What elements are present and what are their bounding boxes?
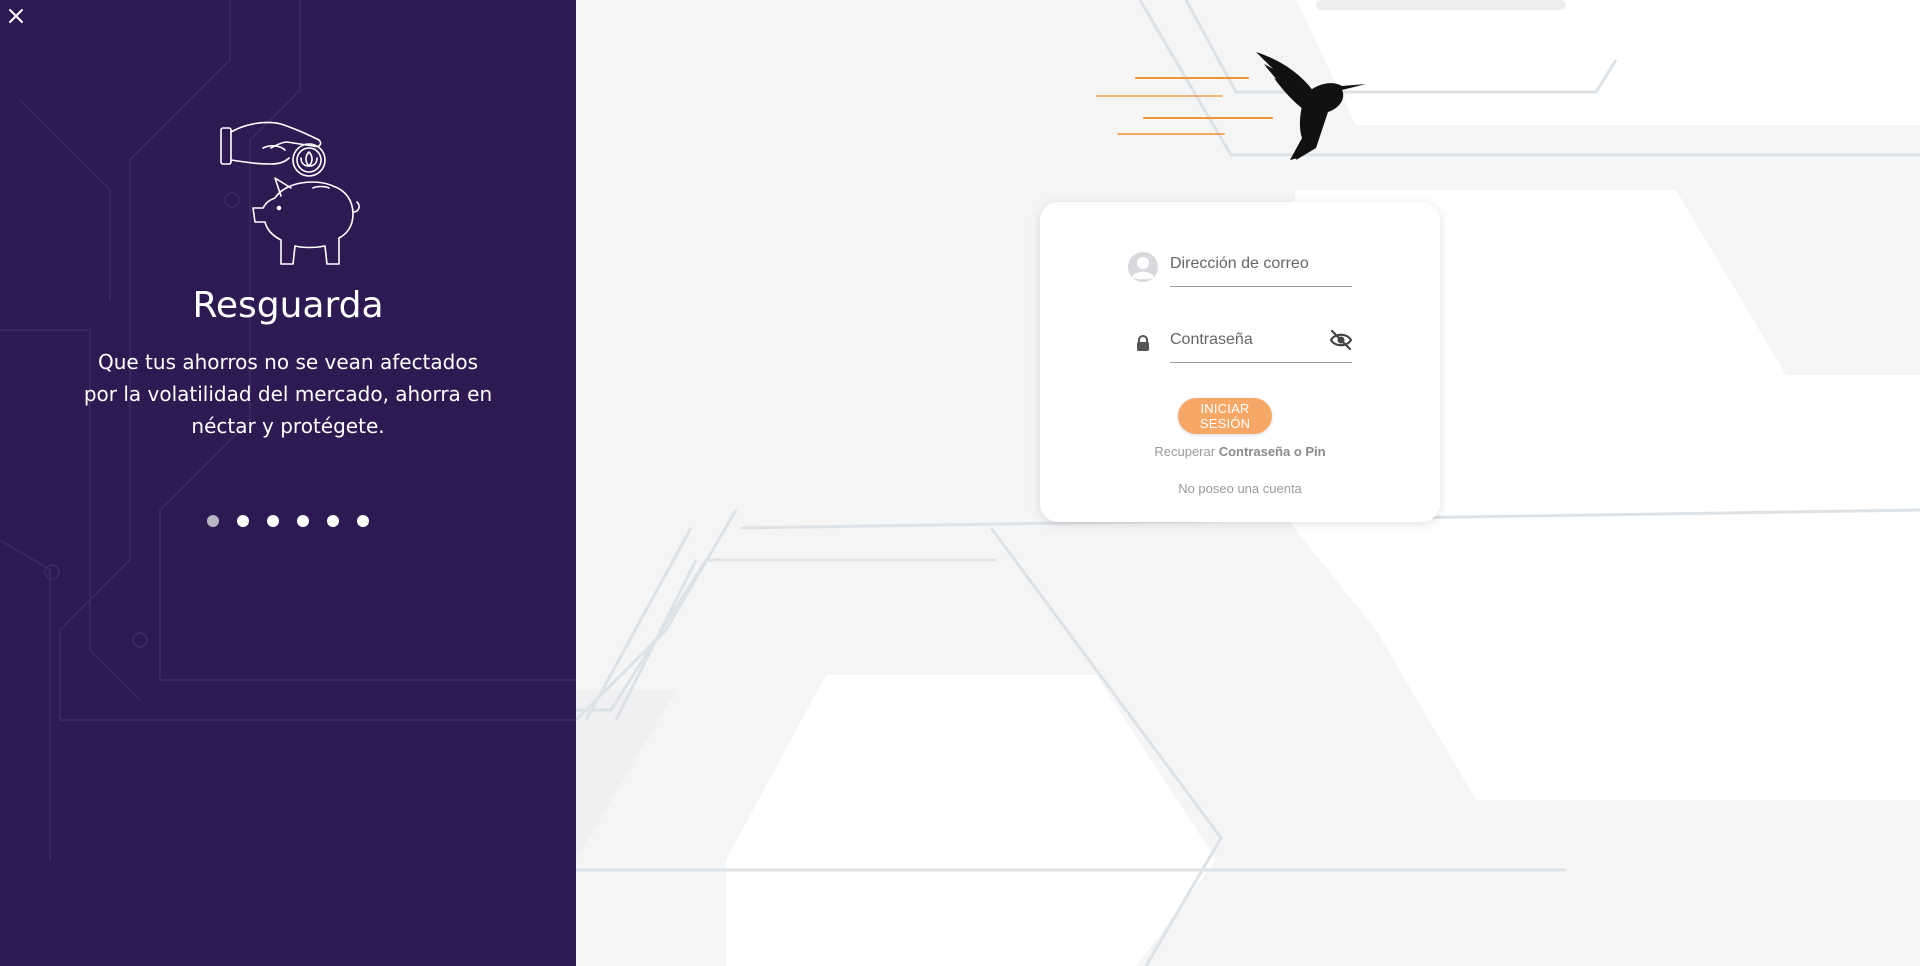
close-icon[interactable] (4, 4, 28, 28)
recover-prefix: Recuperar (1154, 444, 1216, 459)
user-avatar-icon (1126, 250, 1160, 284)
carousel-dot-2[interactable] (237, 515, 249, 527)
login-area: INICIAR SESIÓN Recuperar Contraseña o Pi… (576, 0, 1920, 966)
carousel-dots (0, 515, 576, 527)
recover-link[interactable]: Contraseña o Pin (1219, 444, 1326, 459)
carousel-dot-1[interactable] (207, 515, 219, 527)
recover-credentials: Recuperar Contraseña o Pin (1040, 444, 1440, 459)
carousel-dot-5[interactable] (327, 515, 339, 527)
email-field-group (1126, 242, 1352, 288)
lock-icon (1126, 326, 1160, 360)
no-account-link[interactable]: No poseo una cuenta (1040, 481, 1440, 496)
login-card: INICIAR SESIÓN Recuperar Contraseña o Pi… (1040, 202, 1440, 522)
slide-description: Que tus ahorros no se vean afectados por… (83, 350, 493, 438)
login-button[interactable]: INICIAR SESIÓN (1178, 398, 1272, 434)
hand-coin-piggy-bank-icon (220, 121, 360, 265)
hummingbird-logo (1096, 52, 1366, 160)
email-input[interactable] (1170, 242, 1352, 287)
carousel-panel: Resguarda Que tus ahorros no se vean afe… (0, 0, 576, 966)
eye-off-icon[interactable] (1328, 328, 1354, 352)
carousel-dot-4[interactable] (297, 515, 309, 527)
password-input[interactable] (1170, 318, 1352, 363)
carousel-dot-3[interactable] (267, 515, 279, 527)
password-field-group (1126, 318, 1354, 364)
slide-title: Resguarda (192, 285, 384, 326)
carousel-dot-6[interactable] (357, 515, 369, 527)
